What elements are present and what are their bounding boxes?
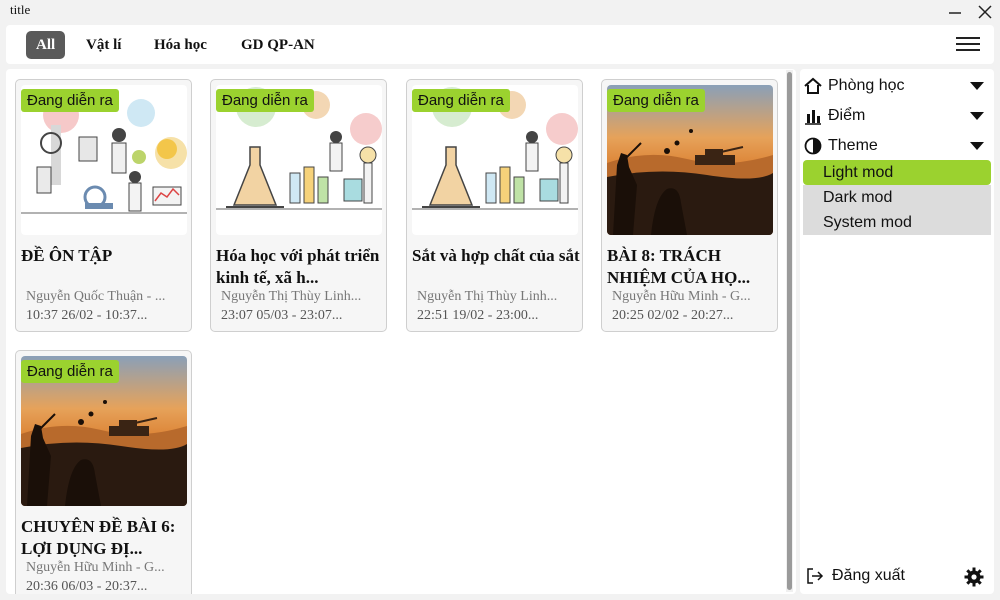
window-title: title	[10, 2, 31, 17]
settings-button[interactable]	[964, 567, 984, 587]
scrollbar-thumb[interactable]	[787, 72, 792, 590]
vertical-scrollbar[interactable]	[786, 70, 793, 592]
gear-icon	[964, 567, 984, 587]
hamburger-menu-button[interactable]	[956, 34, 980, 56]
logout-button[interactable]: Đăng xuất	[806, 567, 905, 585]
bar-chart-icon	[804, 107, 822, 125]
close-button[interactable]	[974, 2, 996, 22]
course-card[interactable]: Đang diễn ra Hóa học với phát triển kinh…	[210, 79, 387, 332]
sidebar-item-label: Phòng học	[828, 77, 905, 94]
course-author: Nguyễn Quốc Thuận - ...	[26, 289, 166, 304]
course-title: Sắt và hợp chất của sắt	[412, 246, 580, 265]
sidebar-item-label: Điểm	[828, 107, 866, 124]
minimize-button[interactable]	[944, 2, 966, 22]
course-title: Hóa học với phát triển kinh tế, xã h...	[216, 246, 380, 287]
course-card[interactable]: Đang diễn ra CHUYÊN ĐỀ BÀI 6: LỢI DỤNG Đ…	[15, 350, 192, 594]
status-badge: Đang diễn ra	[21, 89, 119, 112]
course-grid: Đang diễn ra ĐỀ ÔN TẬP Nguyễn Quốc Thuận…	[6, 69, 796, 594]
course-time: 22:51 19/02 - 23:00...	[417, 308, 539, 323]
sidebar-item-phong-hoc[interactable]: Phòng học	[804, 72, 990, 100]
close-icon	[978, 5, 992, 19]
logout-label: Đăng xuất	[832, 567, 905, 584]
tab-gd-qp-an[interactable]: GD QP-AN	[231, 31, 325, 59]
status-badge: Đang diễn ra	[21, 360, 119, 383]
category-tab-bar: All Vật lí Hóa học GD QP-AN	[6, 25, 994, 64]
course-title: ĐỀ ÔN TẬP	[21, 246, 113, 265]
chevron-down-icon	[970, 112, 984, 120]
title-bar: title	[0, 0, 1000, 24]
course-time: 20:25 02/02 - 20:27...	[612, 308, 734, 323]
course-card[interactable]: Đang diễn ra Sắt và hợp chất của sắt Ngu…	[406, 79, 583, 332]
tab-vat-li[interactable]: Vật lí	[76, 31, 131, 59]
course-time: 20:36 06/03 - 20:37...	[26, 579, 148, 594]
course-author: Nguyễn Hữu Minh - G...	[612, 289, 751, 304]
course-time: 10:37 26/02 - 10:37...	[26, 308, 148, 323]
course-author: Nguyễn Thị Thùy Linh...	[417, 289, 558, 304]
theme-option-dark[interactable]: Dark mod	[803, 185, 991, 210]
hamburger-icon	[956, 37, 980, 51]
sidebar-item-theme[interactable]: Theme	[804, 132, 990, 160]
status-badge: Đang diễn ra	[216, 89, 314, 112]
course-title: CHUYÊN ĐỀ BÀI 6: LỢI DỤNG ĐỊ...	[21, 517, 176, 558]
sidebar: Phòng học Điểm Theme Light mod Dark mod …	[800, 69, 994, 594]
status-badge: Đang diễn ra	[607, 89, 705, 112]
tab-hoa-hoc[interactable]: Hóa học	[144, 31, 217, 59]
home-icon	[804, 77, 822, 95]
course-author: Nguyễn Hữu Minh - G...	[26, 560, 165, 575]
tab-all[interactable]: All	[26, 31, 66, 59]
logout-icon	[806, 567, 824, 585]
theme-option-light[interactable]: Light mod	[803, 160, 991, 185]
course-time: 23:07 05/03 - 23:07...	[221, 308, 343, 323]
sidebar-item-label: Theme	[828, 137, 878, 154]
chevron-down-icon	[970, 82, 984, 90]
course-author: Nguyễn Thị Thùy Linh...	[221, 289, 362, 304]
minimize-icon	[949, 12, 961, 14]
course-card[interactable]: Đang diễn ra BÀI 8: TRÁCH NHIỆM CỦA HỌ..…	[601, 79, 778, 332]
contrast-icon	[804, 137, 822, 155]
course-card[interactable]: Đang diễn ra ĐỀ ÔN TẬP Nguyễn Quốc Thuận…	[15, 79, 192, 332]
chevron-down-icon	[970, 142, 984, 150]
theme-option-system[interactable]: System mod	[803, 210, 991, 235]
status-badge: Đang diễn ra	[412, 89, 510, 112]
course-title: BÀI 8: TRÁCH NHIỆM CỦA HỌ...	[607, 246, 751, 287]
sidebar-item-diem[interactable]: Điểm	[804, 102, 990, 130]
